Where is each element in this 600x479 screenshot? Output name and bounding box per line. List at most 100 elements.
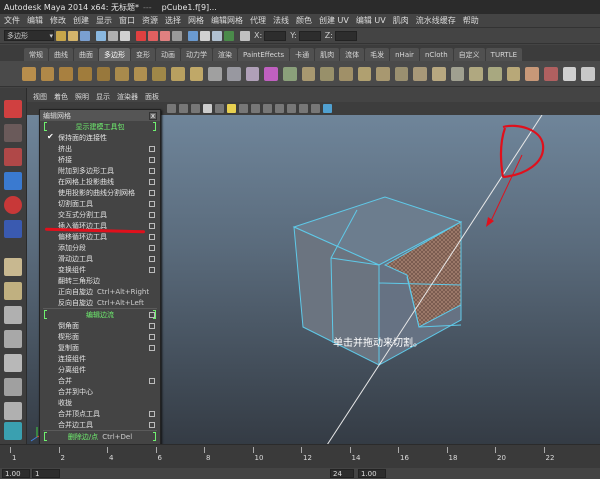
poly-pyramid-icon[interactable] — [152, 66, 167, 81]
range-end-outer-field[interactable]: 1.00 — [358, 469, 386, 478]
lasso-tool-icon[interactable] — [4, 124, 22, 142]
input-line-icon[interactable] — [240, 30, 250, 41]
range-end-field[interactable]: 24 — [330, 469, 354, 478]
layout-persp-outliner-icon[interactable] — [4, 306, 22, 324]
menu-item[interactable]: 窗口 — [119, 15, 135, 26]
snap-plane-icon[interactable] — [172, 30, 182, 41]
time-slider[interactable]: 1 2 4 6 8 10 12 14 16 18 20 22 — [0, 444, 600, 468]
menu-section-header[interactable]: 编辑边流 — [40, 309, 160, 320]
shelf-tab[interactable]: 渲染 — [213, 48, 237, 61]
panel-menu-item[interactable]: 着色 — [54, 92, 68, 102]
menu-row[interactable]: 复制面 — [40, 342, 160, 353]
grid-icon[interactable] — [179, 104, 188, 113]
poly-pipe-icon[interactable] — [171, 66, 185, 81]
select-tool-icon[interactable] — [4, 100, 22, 118]
wedge-icon[interactable] — [450, 66, 465, 81]
safe-action-icon[interactable] — [299, 104, 308, 113]
menu-item[interactable]: 创建 UV — [319, 15, 349, 26]
menu-item[interactable]: 编辑 UV — [356, 15, 386, 26]
shelf-tab[interactable]: 动力学 — [181, 48, 212, 61]
menu-row[interactable]: 变换组件 — [40, 264, 160, 275]
split-icon[interactable] — [338, 66, 353, 81]
menu-row[interactable]: 合并边工具 — [40, 419, 160, 430]
chamfer-icon[interactable] — [525, 66, 539, 81]
option-box-icon[interactable] — [149, 378, 155, 384]
snap-grid-icon[interactable] — [136, 30, 146, 41]
menu-row[interactable]: 楔形面 — [40, 331, 160, 342]
option-box-icon[interactable] — [149, 223, 155, 229]
uv-icon[interactable] — [581, 66, 595, 81]
quadrangulate-icon[interactable] — [488, 66, 502, 81]
poly-cylinder-icon[interactable] — [59, 66, 73, 81]
layout-persp-graph-icon[interactable] — [4, 330, 22, 348]
menu-row[interactable]: 合并到中心 — [40, 386, 160, 397]
shelf-tab[interactable]: 卡通 — [290, 48, 315, 61]
option-box-icon[interactable] — [149, 345, 155, 351]
menu-row[interactable]: 使用投影的曲线分割网格 — [40, 187, 160, 198]
menu-title-bar[interactable]: 编辑网格 x — [40, 110, 160, 121]
bridge-icon[interactable] — [282, 66, 297, 81]
poly-helix-icon[interactable] — [189, 66, 204, 81]
render-icon[interactable] — [200, 30, 210, 41]
layout-custom-icon[interactable] — [4, 422, 22, 440]
layout-four-icon[interactable] — [4, 282, 22, 300]
select-object-icon[interactable] — [108, 30, 118, 41]
menu-row[interactable]: 连接组件 — [40, 353, 160, 364]
close-icon[interactable]: x — [149, 111, 157, 120]
menu-row[interactable]: 附加到多边形工具 — [40, 165, 160, 176]
menu-row[interactable]: 合并顶点工具 — [40, 408, 160, 419]
range-start-field[interactable]: 1.00 — [2, 469, 30, 478]
shelf-tab[interactable]: 动画 — [156, 48, 180, 61]
option-box-icon[interactable] — [149, 146, 155, 152]
z-field[interactable] — [334, 30, 357, 41]
poly-plane-icon[interactable] — [96, 66, 111, 81]
extrude-icon[interactable] — [301, 66, 316, 81]
shelf-tab[interactable]: 毛发 — [365, 48, 390, 61]
select-hierarchy-icon[interactable] — [96, 30, 106, 41]
menu-item[interactable]: 肌肉 — [393, 15, 409, 26]
append-icon[interactable] — [320, 66, 334, 81]
poly-cube-icon[interactable] — [40, 66, 55, 81]
option-box-icon[interactable] — [149, 267, 155, 273]
menu-row[interactable]: 反向自旋边 Ctrl+Alt+Left — [40, 297, 160, 308]
panel-menu-item[interactable]: 照明 — [75, 92, 89, 102]
menu-row[interactable]: 收拢 — [40, 397, 160, 408]
camera-icon[interactable] — [167, 104, 176, 113]
menu-item[interactable]: 法线 — [273, 15, 289, 26]
menu-item[interactable]: 选择 — [165, 15, 181, 26]
menu-row[interactable]: 交互式分割工具 — [40, 209, 160, 220]
shelf-tab[interactable]: 肌肉 — [315, 48, 340, 61]
option-box-icon[interactable] — [149, 334, 155, 340]
select-component-icon[interactable] — [120, 30, 130, 41]
resolution-gate-icon[interactable] — [275, 104, 284, 113]
shelf-tab[interactable]: PaintEffects — [238, 48, 290, 61]
separate-icon[interactable] — [227, 66, 241, 81]
viewport2-icon[interactable] — [323, 104, 332, 113]
shelf-tab[interactable]: 曲面 — [74, 48, 98, 61]
layout-hypershade-icon[interactable] — [4, 354, 22, 372]
menu-section-header[interactable]: 删除边/点 Ctrl+Del — [40, 431, 160, 442]
xray-icon[interactable] — [251, 104, 260, 113]
menu-item[interactable]: 颜色 — [296, 15, 312, 26]
menu-item[interactable]: 编辑网格 — [211, 15, 243, 26]
option-box-icon[interactable] — [149, 179, 155, 185]
menu-item[interactable]: 文件 — [4, 15, 20, 26]
insert-loop-icon[interactable] — [357, 66, 372, 81]
option-box-icon[interactable] — [149, 168, 155, 174]
poke-icon[interactable] — [506, 66, 521, 81]
poly-cone-icon[interactable] — [77, 66, 92, 81]
range-start-inner-field[interactable]: 1 — [32, 469, 60, 478]
snap-point-icon[interactable] — [160, 30, 170, 41]
poly-torus-icon[interactable] — [115, 66, 129, 81]
scale-tool-icon[interactable] — [4, 220, 22, 238]
color-icon[interactable] — [543, 66, 558, 81]
shelf-tab[interactable]: TURTLE — [485, 48, 523, 61]
shelf-tab[interactable]: nHair — [390, 48, 419, 61]
checker-icon[interactable] — [562, 66, 577, 81]
menu-item[interactable]: 资源 — [142, 15, 158, 26]
menu-row[interactable]: 倒角面 — [40, 320, 160, 331]
poly-prism-icon[interactable] — [133, 66, 148, 81]
triangulate-icon[interactable] — [469, 66, 484, 81]
layout-two-icon[interactable] — [4, 378, 22, 396]
menu-row[interactable]: ✔ 保持面的连接性 — [40, 132, 160, 143]
